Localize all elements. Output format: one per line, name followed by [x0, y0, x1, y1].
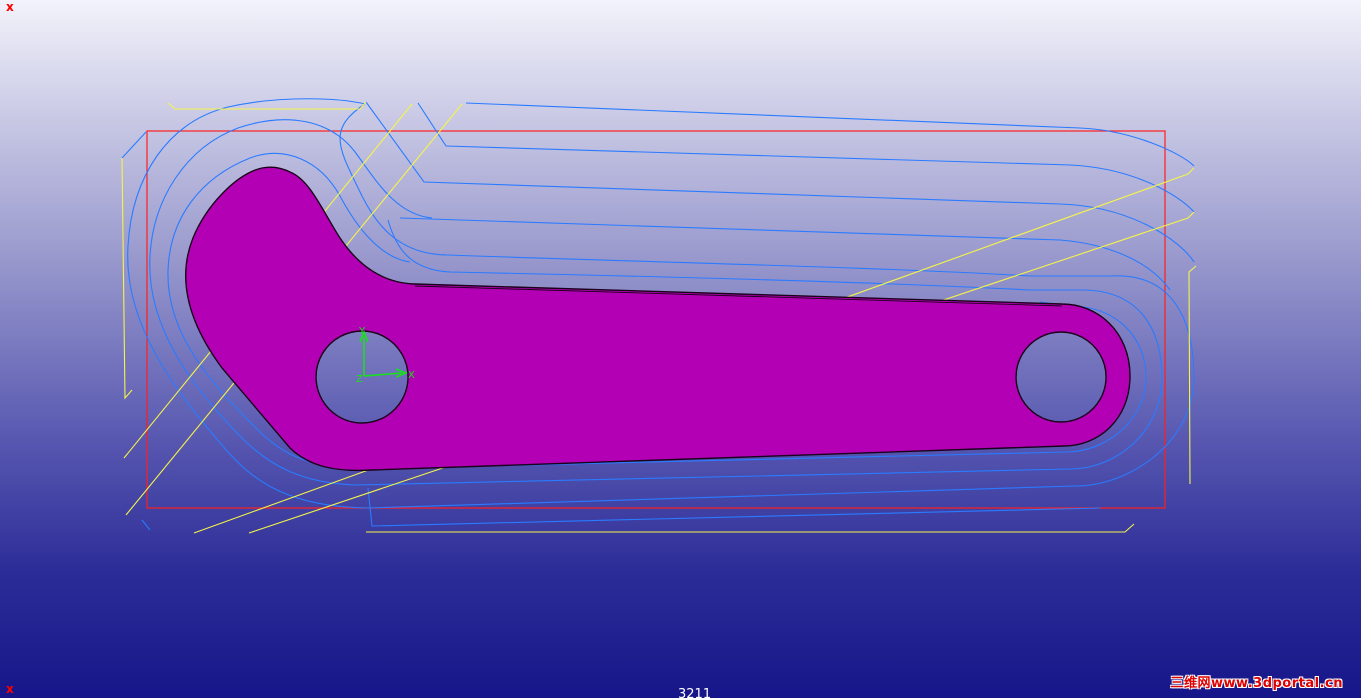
rapid-move-bottom	[366, 523, 1135, 533]
rapid-move-left	[121, 157, 133, 400]
corner-marker-top-left: x	[6, 0, 14, 14]
status-area: 3211	[0, 688, 1361, 698]
toolpath-top-strand-3	[365, 101, 1195, 263]
toolpath-lead-in	[121, 131, 147, 159]
axis-y-label: Y	[358, 326, 366, 337]
axis-x-label: X	[408, 370, 415, 381]
status-number: 3211	[678, 688, 712, 698]
toolpath-top-strand-4	[399, 217, 1171, 291]
axis-z-label: Z	[356, 374, 363, 385]
rapid-move-top	[167, 101, 367, 110]
toolpath-lead-out	[367, 487, 1101, 527]
toolpath-left-tail	[141, 519, 151, 531]
scene-svg[interactable]: Y X Z	[0, 0, 1361, 698]
toolpath-top-strand-1	[465, 102, 1195, 167]
watermark: 三维网www.3dportal.cn	[1170, 676, 1343, 691]
part-lever-arm[interactable]	[185, 166, 1131, 472]
rapid-move-right	[1188, 265, 1197, 485]
cad-3d-viewport[interactable]: Y X Z x x 3211 三维网www.3dportal.cn	[0, 0, 1361, 698]
